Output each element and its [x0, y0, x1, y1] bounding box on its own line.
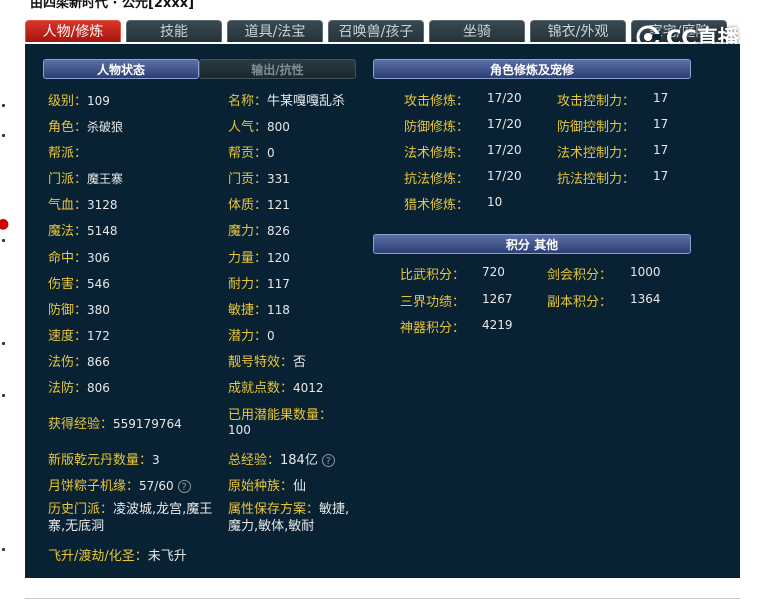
stat-mp: 魔法：5148	[48, 224, 118, 239]
points-dungeon-value: 1364	[630, 292, 661, 306]
stat-magic-damage: 法伤：866	[48, 355, 110, 370]
bottom-divider	[25, 598, 740, 599]
stat-attr-scheme: 属性保存方案：敏捷,魔力,敏体,敏耐	[228, 502, 350, 534]
bullet-dot	[2, 239, 5, 242]
tab-character[interactable]: 人物/修炼	[25, 20, 121, 42]
cult-defense-value: 17/20	[487, 117, 522, 131]
points-sword-label: 剑会积分：	[547, 268, 613, 283]
tab-mounts[interactable]: 坐骑	[429, 20, 525, 42]
left-gutter: ●	[0, 0, 14, 604]
stat-zongzi: 月饼粽子机缘：57/60?	[48, 475, 191, 494]
stat-magic-power: 魔力：826	[228, 224, 290, 239]
help-icon[interactable]: ?	[177, 480, 191, 493]
ctrl-attack-value: 17	[653, 91, 669, 105]
tab-outfits[interactable]: 锦衣/外观	[530, 20, 626, 42]
cult-attack-value: 17/20	[487, 91, 522, 105]
tab-items[interactable]: 道具/法宝	[227, 20, 323, 42]
top-strip: 由四梁新时代 · 公元[2xxx]	[0, 0, 762, 16]
stat-strength: 力量：120	[228, 251, 290, 266]
section-header-points: 积分 其他	[373, 234, 691, 254]
stat-school: 门派：魔王寨	[48, 172, 124, 187]
bullet-dot	[2, 548, 5, 551]
bullet-dot	[2, 104, 5, 107]
red-marker: ●	[0, 216, 10, 232]
stat-hp: 气血：3128	[48, 198, 118, 213]
stat-ascend: 飞升/渡劫/化圣：未飞升	[48, 549, 187, 564]
bullet-dot	[2, 134, 5, 137]
ctrl-defense-value: 17	[653, 117, 669, 131]
section-header-cultivation: 角色修炼及宠修	[373, 59, 691, 79]
stat-constitution: 体质：121	[228, 198, 290, 213]
stat-race: 原始种族：仙	[228, 479, 307, 494]
stat-endurance: 耐力：117	[228, 277, 290, 292]
ctrl-defense-label: 防御控制力：	[557, 120, 636, 135]
stat-potential-fruit: 已用潜能果数量： 100	[228, 408, 333, 437]
stat-name: 名称：牛某嘎嘎乱杀	[228, 94, 346, 109]
cult-magic-value: 17/20	[487, 143, 522, 157]
points-dungeon-label: 副本积分：	[547, 295, 613, 310]
page-title: 由四梁新时代 · 公元[2xxx]	[30, 0, 195, 11]
tab-bar: 人物/修炼 技能 道具/法宝 召唤兽/孩子 坐骑 锦衣/外观 家宅/庭院	[25, 20, 740, 44]
stat-total-exp: 总经验：184亿?	[228, 449, 335, 468]
points-artifact-value: 4219	[482, 318, 513, 332]
stat-achievement: 成就点数：4012	[228, 381, 324, 396]
tab-pets[interactable]: 召唤兽/孩子	[328, 20, 424, 42]
stat-level: 级别：109	[48, 94, 110, 109]
cult-resist-label: 抗法修炼：	[404, 172, 470, 187]
points-merit-label: 三界功绩：	[400, 295, 466, 310]
ctrl-magic-value: 17	[653, 143, 669, 157]
stat-guild: 帮派：	[48, 146, 88, 161]
points-merit-value: 1267	[482, 292, 513, 306]
ctrl-magic-label: 法术控制力：	[557, 146, 636, 161]
bullet-dot	[2, 342, 5, 345]
cult-hunt-value: 10	[487, 195, 503, 209]
stat-history-school: 历史门派：凌波城,龙宫,魔王寨,无底洞	[48, 502, 213, 534]
stat-agility: 敏捷：118	[228, 303, 290, 318]
stat-hit: 命中：306	[48, 251, 110, 266]
stat-school-contribution: 门贡：331	[228, 172, 290, 187]
stat-role: 角色：杀破狼	[48, 120, 124, 135]
stat-qianyuan: 新版乾元丹数量：3	[48, 453, 160, 468]
cult-hunt-label: 猎术修炼：	[404, 198, 470, 213]
points-sword-value: 1000	[630, 265, 661, 279]
ctrl-attack-label: 攻击控制力：	[557, 94, 636, 109]
help-icon[interactable]: ?	[321, 454, 335, 467]
cult-defense-label: 防御修炼：	[404, 120, 470, 135]
stat-speed: 速度：172	[48, 329, 110, 344]
points-pvp-label: 比武积分：	[400, 268, 466, 283]
section-header-status[interactable]: 人物状态	[43, 59, 199, 79]
stat-potential: 潜力：0	[228, 329, 275, 344]
cult-magic-label: 法术修炼：	[404, 146, 470, 161]
stat-damage: 伤害：546	[48, 277, 110, 292]
cult-attack-label: 攻击修炼：	[404, 94, 470, 109]
stat-special-id: 靓号特效：否	[228, 355, 307, 370]
tab-skills[interactable]: 技能	[126, 20, 222, 42]
points-artifact-label: 神器积分：	[400, 321, 466, 336]
ctrl-resist-label: 抗法控制力：	[557, 172, 636, 187]
points-pvp-value: 720	[482, 265, 505, 279]
ctrl-resist-value: 17	[653, 169, 669, 183]
stat-guild-contribution: 帮贡：0	[228, 146, 275, 161]
section-header-output[interactable]: 输出/抗性	[199, 59, 356, 79]
cult-resist-value: 17/20	[487, 169, 522, 183]
stat-experience: 获得经验：559179764	[48, 417, 182, 432]
bullet-dot	[2, 394, 5, 397]
stat-magic-defense: 法防：806	[48, 381, 110, 396]
stat-defense: 防御：380	[48, 303, 110, 318]
stat-popularity: 人气：800	[228, 120, 290, 135]
